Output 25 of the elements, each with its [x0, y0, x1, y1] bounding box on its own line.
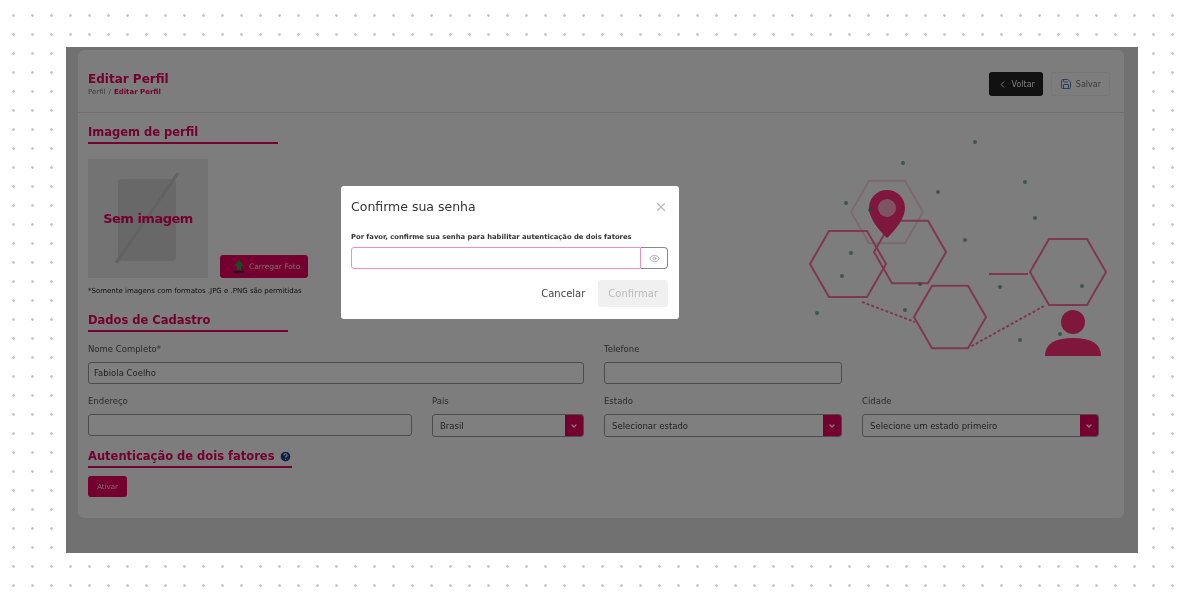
- input-field[interactable]: [88, 414, 412, 436]
- section-heading: Imagem de perfil: [88, 125, 199, 139]
- field-label: Nome Completo*: [88, 344, 162, 354]
- select-field[interactable]: Brasil: [432, 414, 584, 437]
- show-password-button[interactable]: [641, 247, 668, 269]
- field-label: Estado: [604, 396, 634, 406]
- section-heading: Autenticação de dois fatores: [88, 449, 275, 463]
- upload-arrow-icon: [234, 260, 244, 273]
- select-field[interactable]: Selecionar estado: [604, 414, 842, 437]
- field-label: País: [432, 396, 450, 406]
- help-icon[interactable]: [278, 449, 292, 463]
- page-title: Editar Perfil: [88, 72, 169, 86]
- select-field[interactable]: Selecione um estado primeiro: [862, 414, 1099, 437]
- back-button[interactable]: Voltar: [988, 72, 1043, 96]
- input-field[interactable]: [604, 362, 842, 384]
- password-field[interactable]: [351, 247, 641, 269]
- field-label: Endereço: [88, 396, 129, 406]
- field-label: Cidade: [862, 396, 893, 406]
- input-field[interactable]: Fabiola Coelho: [88, 362, 584, 384]
- eye-icon: [648, 252, 660, 264]
- no-image-text: Sem imagem: [103, 211, 193, 226]
- cancel-button[interactable]: Cancelar: [537, 280, 590, 307]
- section-heading: Dados de Cadastro: [88, 313, 211, 327]
- field-label: Telefone: [604, 344, 641, 354]
- dialog-title: Confirme sua senha: [351, 199, 476, 214]
